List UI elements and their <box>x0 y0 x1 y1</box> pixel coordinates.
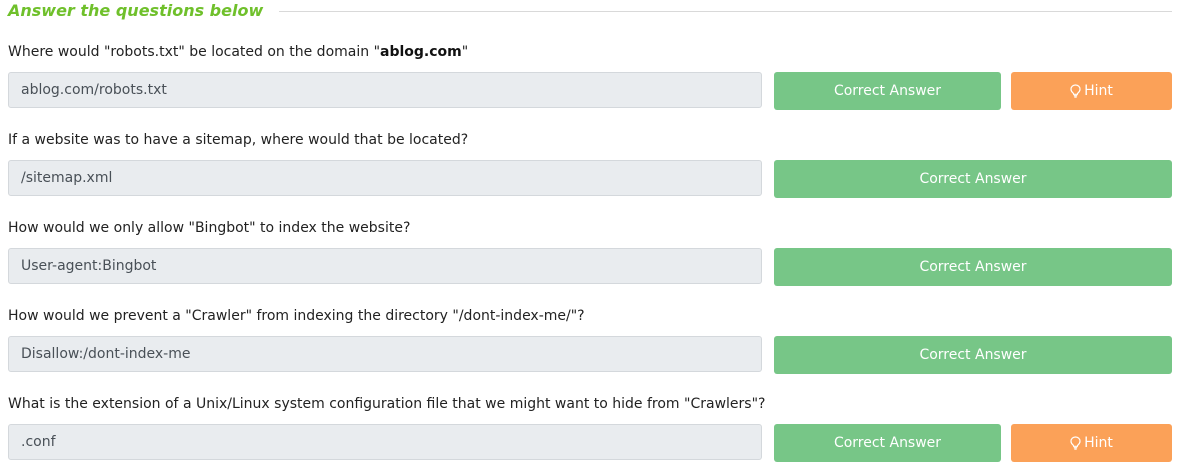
questions-panel: Answer the questions below Where would "… <box>0 0 1179 472</box>
question-text: How would we only allow "Bingbot" to ind… <box>8 220 411 236</box>
question-text: If a website was to have a sitemap, wher… <box>8 132 469 148</box>
correct-answer-button[interactable]: Correct Answer <box>774 336 1172 374</box>
question-text-part: " <box>461 44 469 60</box>
answer-field[interactable]: /sitemap.xml <box>8 160 762 196</box>
answer-field[interactable]: Disallow:/dont-index-me <box>8 336 762 372</box>
hint-button[interactable]: Hint <box>1011 72 1172 110</box>
lightbulb-icon <box>1070 436 1081 450</box>
hint-label: Hint <box>1084 83 1113 99</box>
answer-field[interactable]: User-agent:Bingbot <box>8 248 762 284</box>
correct-answer-button[interactable]: Correct Answer <box>774 72 1001 110</box>
correct-answer-button[interactable]: Correct Answer <box>774 160 1172 198</box>
section-title: Answer the questions below <box>8 0 264 20</box>
section-header: Answer the questions below <box>8 0 1172 20</box>
lightbulb-icon <box>1070 84 1081 98</box>
question-text-part: Where would "robots.txt" be located on t… <box>8 44 381 60</box>
section-divider <box>279 10 1172 12</box>
answer-field[interactable]: ablog.com/robots.txt <box>8 72 762 108</box>
correct-answer-button[interactable]: Correct Answer <box>774 424 1001 462</box>
hint-button[interactable]: Hint <box>1011 424 1172 462</box>
question-text: How would we prevent a "Crawler" from in… <box>8 308 585 324</box>
answer-field[interactable]: .conf <box>8 424 762 460</box>
question-text: Where would "robots.txt" be located on t… <box>8 42 468 62</box>
hint-label: Hint <box>1084 435 1113 451</box>
question-text: What is the extension of a Unix/Linux sy… <box>8 396 766 412</box>
question-text-bold: ablog.com <box>380 44 462 60</box>
correct-answer-button[interactable]: Correct Answer <box>774 248 1172 286</box>
